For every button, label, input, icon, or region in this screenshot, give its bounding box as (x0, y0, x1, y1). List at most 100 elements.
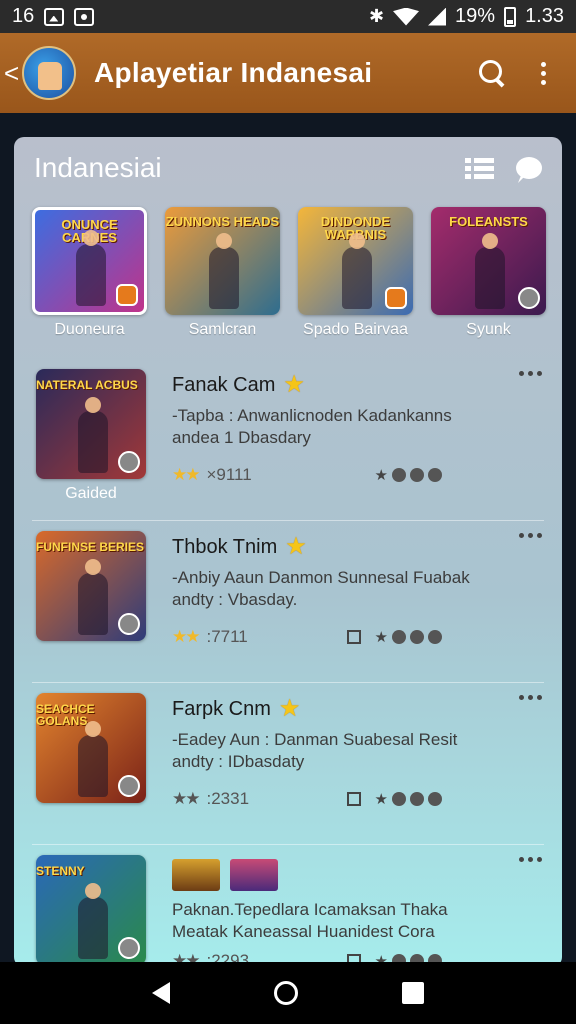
mini-logos (172, 859, 502, 891)
rating-stars: ★★ (172, 627, 201, 646)
description-line: Meatak Kaneassal Huanidest Cora (172, 922, 435, 941)
more-options-icon[interactable] (519, 371, 542, 376)
featured-game[interactable]: FOLEANSTS Syunk (431, 207, 546, 339)
description-line: Paknan.Tepedlara Icamaksan Thaka (172, 900, 448, 919)
status-dot-icon (392, 468, 406, 482)
character-art (77, 397, 108, 473)
navigation-bar (0, 962, 576, 1024)
character-art (77, 559, 108, 635)
nav-home-icon[interactable] (274, 981, 298, 1005)
featured-game-label: Syunk (466, 321, 511, 338)
list-item[interactable]: SEACHCE GOLANS Farpk Cnm ★ -Eadey Aun : Dan… (32, 683, 544, 845)
more-options-icon[interactable] (519, 857, 542, 862)
featured-game[interactable]: ZUNNONS HEADS Samlcran (165, 207, 280, 339)
featured-game-thumbnail[interactable]: FOLEANSTS (431, 207, 546, 315)
rating-stars: ★★ (172, 465, 201, 484)
item-status-icons: ★ (346, 790, 442, 808)
game-badge-icon (518, 287, 540, 309)
character-art (77, 883, 108, 959)
featured-game-thumbnail[interactable]: ZUNNONS HEADS (165, 207, 280, 315)
mini-game-logo (172, 859, 220, 891)
app-bar: < Aplayetiar Indanesai (0, 33, 576, 113)
content-card: Indanesiai ONUNCE CARNES Duoneura ZUNNONS … (14, 137, 562, 967)
more-options-icon[interactable] (519, 533, 542, 538)
game-thumbnail[interactable]: FUNFINSE BERIES (36, 531, 146, 641)
featured-star-icon: ★ (278, 695, 301, 722)
character-art (474, 233, 505, 309)
battery-icon (504, 6, 517, 27)
item-description: Paknan.Tepedlara Icamaksan Thaka Meatak K… (172, 899, 502, 943)
checkbox[interactable] (346, 792, 361, 806)
section-header: Indanesiai (14, 137, 562, 199)
featured-game-label: Duoneura (54, 321, 125, 338)
item-title-row: Thbok Tnim ★ (172, 535, 502, 559)
star-icon: ★ (374, 629, 388, 646)
status-dot-icon (428, 792, 442, 806)
featured-game-label: Samlcran (188, 321, 257, 338)
more-vert-icon[interactable] (541, 61, 546, 85)
back-button[interactable]: < (0, 58, 22, 89)
game-badge-icon (118, 937, 140, 959)
thumbnail-logo: FOLEANSTS (449, 214, 528, 229)
chat-icon[interactable] (516, 157, 542, 179)
status-dot-icon (428, 468, 442, 482)
bluetooth-icon: ✱ (368, 6, 385, 26)
game-thumbnail[interactable]: NATERAL ACBUS (36, 369, 146, 479)
featured-game-thumbnail[interactable]: DINDONDE WARBNIS (298, 207, 413, 315)
featured-star-icon: ★ (285, 533, 307, 560)
list-item[interactable]: FUNFINSE BERIES Thbok Tnim ★ -Anbiy Aaun Da… (32, 521, 544, 683)
thumbnail-logo: FUNFINSE BERIES (36, 540, 145, 554)
game-thumbnail[interactable]: SEACHCE GOLANS (36, 693, 146, 803)
character-art (76, 230, 107, 306)
game-badge-icon (118, 613, 140, 635)
rating-count: :7711 (206, 627, 248, 646)
featured-game[interactable]: DINDONDE WARBNIS Spado Bairvaa (298, 207, 413, 339)
battery-percent: 19% (455, 5, 496, 27)
character-art (208, 233, 239, 309)
item-description: -Eadey Aun : Danman Suabesal Resit andty … (172, 729, 502, 773)
thumbnail-logo: STENNY (36, 864, 85, 878)
signal-icon (428, 7, 447, 26)
item-title-row: Fanak Cam ★ (172, 373, 502, 397)
character-art (341, 233, 372, 309)
item-title-row: Farpk Cnm ★ (172, 697, 502, 721)
description-line: -Tapba : Anwanlicnoden Kadankanns (172, 406, 452, 425)
nav-recents-icon[interactable] (402, 982, 424, 1004)
wifi-icon (393, 7, 420, 26)
search-icon[interactable] (479, 60, 505, 86)
list-item[interactable]: NATERAL ACBUS Gaided Fanak Cam ★ -Tapba : An… (32, 359, 544, 521)
rating-stars: ★★ (172, 789, 201, 808)
featured-game-thumbnail[interactable]: ONUNCE CARNES (32, 207, 147, 315)
status-clock: 1.33 (525, 5, 564, 27)
checkbox[interactable] (346, 630, 361, 644)
app-title: Aplayetiar Indanesai (94, 57, 373, 88)
item-status-icons: ★ (375, 466, 442, 484)
app-logo (22, 46, 76, 100)
item-info: Fanak Cam ★ -Tapba : Anwanlicnoden Kadanka… (172, 373, 502, 449)
rating-count: ×9111 (206, 465, 252, 484)
item-meta: ★★ :7711 ★ (172, 627, 442, 647)
item-meta: ★★ ×9111 ★ (172, 465, 442, 485)
item-title: Thbok Tnim (172, 535, 278, 558)
list-view-icon[interactable] (465, 157, 494, 179)
thumbnail-caption: Gaided (65, 485, 117, 502)
status-dot-icon (410, 468, 424, 482)
more-options-icon[interactable] (519, 695, 542, 700)
description-line: andea 1 Dbasdary (172, 428, 311, 447)
game-thumbnail[interactable]: STENNY (36, 855, 146, 965)
status-dot-icon (392, 630, 406, 644)
description-line: andty : Vbasday. (172, 590, 298, 609)
status-dot-icon (428, 630, 442, 644)
star-icon: ★ (374, 467, 388, 484)
game-badge-icon (118, 451, 140, 473)
nav-back-icon[interactable] (152, 982, 170, 1004)
featured-row: ONUNCE CARNES Duoneura ZUNNONS HEADS Samlcr… (14, 199, 562, 339)
mini-game-logo (230, 859, 278, 891)
game-badge-icon (385, 287, 407, 309)
list-item[interactable]: STENNY Paknan.Tepedlara Icamaksan Thaka Me… (32, 845, 544, 967)
description-line: -Anbiy Aaun Danmon Sunnesal Fuabak (172, 568, 470, 587)
status-time-left: 16 (12, 5, 35, 27)
item-info: Farpk Cnm ★ -Eadey Aun : Danman Suabesal R… (172, 697, 502, 773)
game-badge-icon (118, 775, 140, 797)
featured-game[interactable]: ONUNCE CARNES Duoneura (32, 207, 147, 339)
